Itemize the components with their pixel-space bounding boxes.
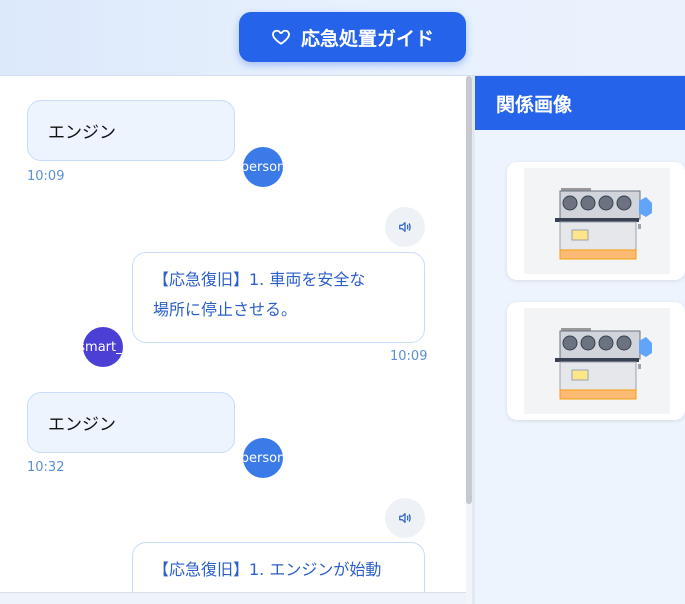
user-message-text: エンジン [48, 123, 116, 143]
message-time: 10:32 [27, 460, 65, 475]
chat-panel[interactable]: エンジン 10:09 person 【応急復旧】1. 車両を安全な 場所に停止さ… [0, 76, 466, 604]
related-image-card[interactable] [507, 302, 685, 420]
read-aloud-button[interactable] [385, 207, 425, 247]
user-message-text: エンジン [48, 415, 116, 435]
user-message-bubble: エンジン [27, 392, 235, 453]
bot-message-line: 【応急復旧】1. エンジンが始動 [153, 560, 382, 579]
bot-message-bubble: 【応急復旧】1. 車両を安全な 場所に停止させる。 [132, 252, 425, 343]
engine-diagram-image [524, 168, 670, 274]
speaker-icon [399, 513, 411, 523]
bot-avatar: smart_t [83, 327, 123, 367]
related-images-header: 関係画像 [475, 76, 685, 130]
heart-icon [272, 29, 290, 45]
engine-diagram-image [524, 308, 670, 414]
user-avatar: person [243, 147, 283, 187]
speaker-icon [399, 222, 411, 232]
related-image-card[interactable] [507, 162, 685, 280]
engine-diagram-icon [555, 188, 652, 260]
user-avatar: person [243, 438, 283, 478]
message-time: 10:09 [390, 349, 428, 364]
related-images-title: 関係画像 [496, 93, 573, 116]
chat-input-area[interactable] [0, 592, 466, 604]
first-aid-guide-button[interactable]: 応急処置ガイド [239, 12, 466, 62]
user-message-bubble: エンジン [27, 100, 235, 161]
bot-message-line: 場所に停止させる。 [153, 300, 298, 319]
bot-message-line: 【応急復旧】1. 車両を安全な [153, 270, 366, 289]
message-time: 10:09 [27, 169, 65, 184]
top-bar: 応急処置ガイド [0, 0, 685, 76]
guide-button-label: 応急処置ガイド [300, 27, 434, 50]
read-aloud-button[interactable] [385, 498, 425, 538]
related-images-panel [475, 130, 685, 604]
engine-diagram-icon [555, 328, 652, 400]
